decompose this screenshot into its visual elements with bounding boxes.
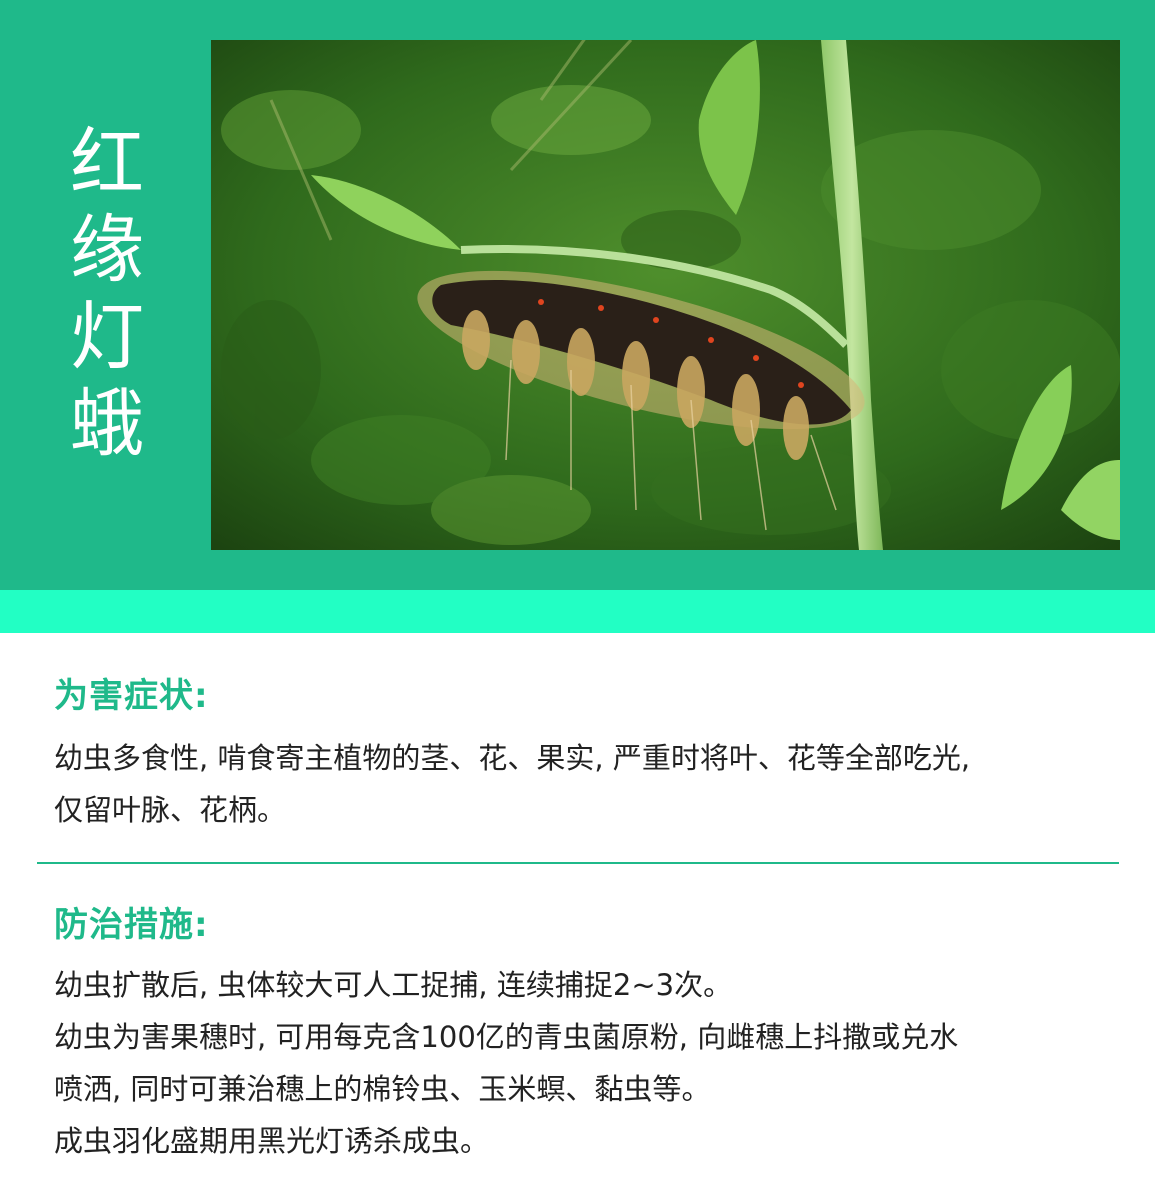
symptoms-line: 幼虫多食性, 啃食寄主植物的茎、花、果实, 严重时将叶、花等全部吃光, (54, 741, 971, 775)
symptoms-text: 幼虫多食性, 啃食寄主植物的茎、花、果实, 严重时将叶、花等全部吃光, 仅留叶脉… (54, 732, 1114, 836)
control-line: 成虫羽化盛期用黑光灯诱杀成虫。 (54, 1124, 490, 1158)
title-char: 红 (70, 120, 144, 206)
page-title: 红 缘 灯 蛾 (62, 120, 152, 468)
control-line: 幼虫为害果穗时, 可用每克含100亿的青虫菌原粉, 向雌穗上抖撒或兑水 (54, 1020, 959, 1054)
title-char: 灯 (70, 294, 144, 380)
control-text: 幼虫扩散后, 虫体较大可人工捉捕, 连续捕捉2~3次。 幼虫为害果穗时, 可用每… (54, 959, 1114, 1167)
control-heading: 防治措施: (54, 905, 209, 945)
title-char: 缘 (70, 207, 144, 293)
section-divider (37, 862, 1119, 864)
control-line: 幼虫扩散后, 虫体较大可人工捉捕, 连续捕捉2~3次。 (54, 968, 733, 1002)
symptoms-heading: 为害症状: (54, 676, 209, 716)
symptoms-line: 仅留叶脉、花柄。 (54, 793, 287, 827)
accent-strip (0, 590, 1155, 633)
control-line: 喷洒, 同时可兼治穗上的棉铃虫、玉米螟、黏虫等。 (54, 1072, 711, 1106)
caterpillar-photo (211, 40, 1120, 550)
title-char: 蛾 (70, 381, 144, 467)
